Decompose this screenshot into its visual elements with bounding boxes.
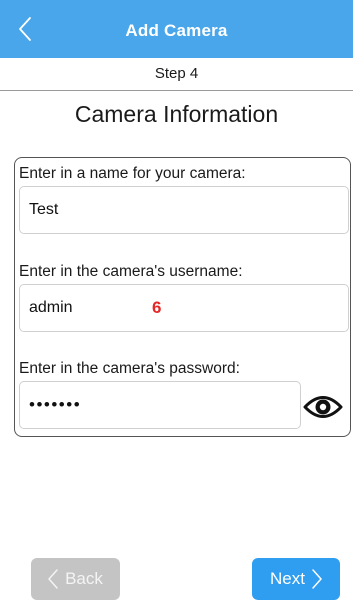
camera-name-value: Test [29,201,59,218]
nav-back-button[interactable] [8,6,42,52]
eye-icon [303,396,343,418]
camera-password-value: ••••••• [29,395,82,414]
next-button[interactable]: Next [252,558,340,600]
back-button-label: Back [65,569,103,588]
camera-password-label: Enter in the camera's password: [19,360,240,377]
camera-name-label: Enter in a name for your camera: [19,165,246,182]
camera-username-value: admin [29,299,73,316]
camera-username-label: Enter in the camera's username: [19,263,243,280]
camera-name-input[interactable]: Test [19,186,349,234]
show-password-toggle[interactable] [301,387,345,427]
next-button-label: Next [270,569,305,588]
chevron-right-icon [312,569,322,589]
camera-password-input[interactable]: ••••••• [19,381,301,429]
section-title: Camera Information [74,101,279,127]
camera-username-input[interactable]: admin [19,284,349,332]
chevron-left-icon [48,569,58,589]
navigation-bar: Add Camera [0,0,353,58]
chevron-left-icon [19,17,31,41]
annotation-number: 6 [152,298,162,317]
step-indicator: Step 4 [0,58,353,91]
back-button[interactable]: Back [31,558,120,600]
page-title: Add Camera [125,21,228,40]
